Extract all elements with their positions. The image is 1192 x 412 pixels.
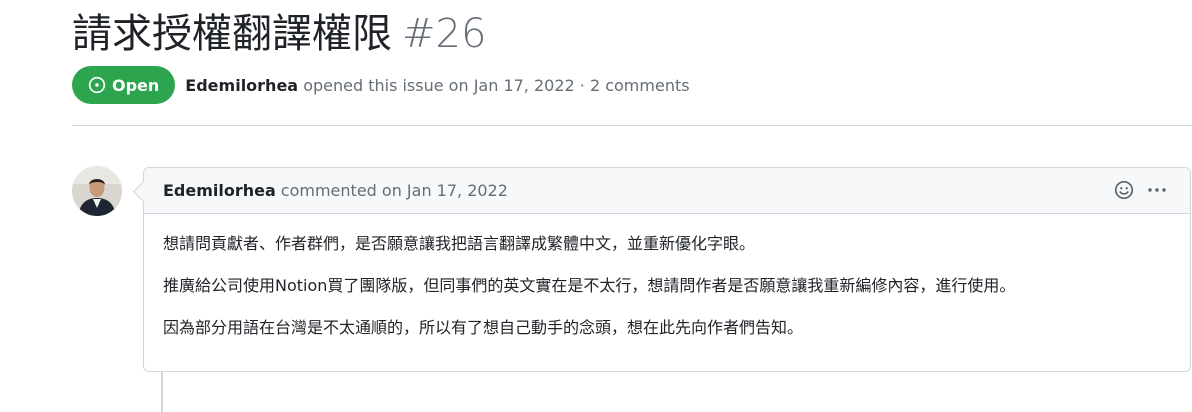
kebab-horizontal-icon[interactable] bbox=[1146, 180, 1168, 204]
comment-box: Edemilorhea commented on Jan 17, 2022 想請… bbox=[143, 167, 1191, 372]
issue-state-label: Open bbox=[112, 75, 160, 95]
issue-title-text: 請求授權翻譯權限 bbox=[72, 11, 392, 57]
comment-author-link[interactable]: Edemilorhea bbox=[163, 181, 276, 200]
comment-paragraph: 因為部分用語在台灣是不太通順的，所以有了想自己動手的念頭，想在此先向作者們告知。 bbox=[163, 318, 804, 337]
issue-opened-text: opened this issue on Jan 17, 2022 · 2 co… bbox=[303, 75, 690, 95]
comment-header: Edemilorhea commented on Jan 17, 2022 bbox=[144, 168, 1190, 214]
issue-opened-info: Edemilorhea opened this issue on Jan 17,… bbox=[185, 76, 689, 95]
issue-number: #26 bbox=[402, 11, 487, 57]
comment-body: 想請問貢獻者、作者群們，是否願意讓我把語言翻譯成繁體中文，並重新優化字眼。 推廣… bbox=[144, 214, 1190, 341]
comment-paragraph: 推廣給公司使用Notion買了團隊版，但同事們的英文實在是不太行，想請問作者是否… bbox=[163, 276, 1016, 295]
issue-author-link[interactable]: Edemilorhea bbox=[185, 76, 298, 95]
issue-state-badge: Open bbox=[72, 66, 176, 104]
issue-meta: Open Edemilorhea opened this issue on Ja… bbox=[72, 66, 690, 104]
comment-actions bbox=[1114, 180, 1168, 204]
issue-open-icon bbox=[88, 76, 106, 94]
avatar[interactable] bbox=[72, 166, 122, 216]
comment-timestamp[interactable]: commented on Jan 17, 2022 bbox=[281, 181, 508, 200]
issue-title: 請求授權翻譯權限 #26 bbox=[72, 8, 486, 60]
comment-paragraph: 想請問貢獻者、作者群們，是否願意讓我把語言翻譯成繁體中文，並重新優化字眼。 bbox=[163, 234, 756, 253]
timeline-line bbox=[161, 372, 163, 412]
header-divider bbox=[72, 125, 1192, 126]
smiley-icon[interactable] bbox=[1114, 180, 1134, 204]
